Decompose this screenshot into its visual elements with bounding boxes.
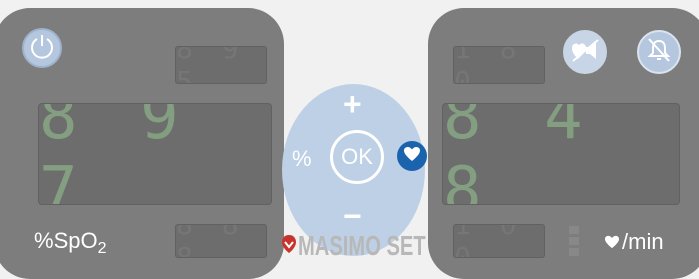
heart-speaker-mute-icon xyxy=(570,37,600,68)
increase-button[interactable]: + xyxy=(343,86,362,123)
pulse-top-display: 1 8 0 xyxy=(453,46,545,84)
pulse-bottom-digits: 1 0 0 xyxy=(454,224,523,258)
pulse-mode-button[interactable] xyxy=(397,141,427,171)
percent-label: % xyxy=(292,146,312,171)
ok-button[interactable]: OK xyxy=(330,130,384,184)
spo2-main-display: 8 9 7 xyxy=(38,103,272,205)
spo2-label-sub: 2 xyxy=(97,240,107,257)
spo2-bottom-display: 8 8 8 xyxy=(175,224,267,258)
spo2-label-prefix: % xyxy=(34,228,54,253)
heart-icon xyxy=(604,229,620,255)
power-icon xyxy=(28,32,56,65)
pulse-main-digits: 8 4 8 xyxy=(443,103,595,205)
alarm-silence-button[interactable] xyxy=(637,30,681,74)
spo2-main-digits: 8 9 7 xyxy=(39,103,191,205)
heart-icon xyxy=(403,146,421,167)
signal-bar xyxy=(569,226,579,264)
masimo-logo-mark xyxy=(282,235,296,253)
spo2-bottom-digits: 8 8 8 xyxy=(176,224,245,258)
masimo-logo xyxy=(281,233,297,260)
pulse-unit-label: /min xyxy=(622,229,664,254)
ok-label: OK xyxy=(341,144,373,169)
pulse-main-display: 8 4 8 xyxy=(442,103,680,205)
pulse-bottom-display: 1 0 0 xyxy=(453,224,545,258)
power-button[interactable] xyxy=(22,28,62,68)
spo2-label-main: SpO xyxy=(53,228,98,253)
logo-text: MASIMO SET xyxy=(298,230,426,261)
spo2-label: %SpO2 xyxy=(34,228,107,257)
spo2-top-display: 8 9 5 xyxy=(175,46,267,84)
alarm-audio-mute-button[interactable] xyxy=(563,30,607,74)
pulse-rate-label: /min xyxy=(604,229,664,255)
bell-mute-icon xyxy=(645,36,673,69)
spo2-top-digits: 8 9 5 xyxy=(176,46,245,84)
pulse-top-digits: 1 8 0 xyxy=(454,46,523,84)
